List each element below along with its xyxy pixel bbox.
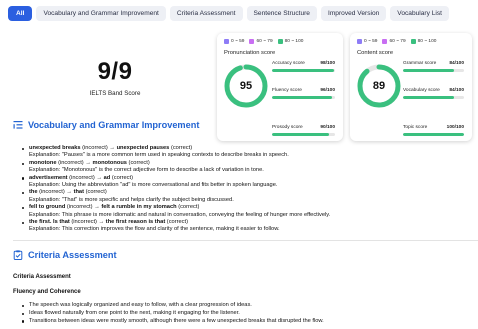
accuracy-label: Accuracy score <box>272 61 305 66</box>
criteria-item: Transitions between ideas were mostly sm… <box>22 318 472 326</box>
tab-sentence-structure[interactable]: Sentence Structure <box>246 6 317 21</box>
grammar-label: Grammar score <box>403 61 437 66</box>
correction-item: the (incorrect) → that (correct) Explana… <box>22 189 472 204</box>
score-legend: 0 ~ 59 60 ~ 79 80 ~ 100 <box>224 39 303 44</box>
pronunciation-title: Pronunciation score <box>224 50 276 56</box>
correction-item: fell to ground (incorrect) → felt a rumb… <box>22 204 472 219</box>
correction-explanation: Explanation: "Pauses" is a more common t… <box>29 152 289 159</box>
accuracy-value: 98/100 <box>320 61 335 66</box>
vocab-section-heading: Vocabulary and Grammar Improvement <box>13 120 199 130</box>
correction-item: advertisement (incorrect) → ad (correct)… <box>22 175 472 190</box>
correction-item: monotone (incorrect) → monotonous (corre… <box>22 160 472 175</box>
criteria-item: Ideas flowed naturally from one point to… <box>22 310 472 318</box>
legend-item-high: 80 ~ 100 <box>277 39 303 44</box>
prosody-metric: Prosody score 90/100 <box>272 125 335 136</box>
tab-all[interactable]: All <box>8 6 33 21</box>
criteria-list: The speech was logically organized and e… <box>22 302 472 325</box>
accuracy-metric: Accuracy score 98/100 <box>272 61 335 72</box>
grammar-bar <box>403 69 455 72</box>
tab-improved-version[interactable]: Improved Version <box>320 6 387 21</box>
topic-value: 100/100 <box>446 125 464 130</box>
legend-item-low: 0 ~ 59 <box>224 39 244 44</box>
filter-tabs: All Vocabulary and Grammar Improvement C… <box>8 6 450 21</box>
clipboard-check-icon <box>13 250 23 260</box>
correction-item: unexpected breaks (incorrect) → unexpect… <box>22 145 472 160</box>
tab-vocabulary-list[interactable]: Vocabulary List <box>390 6 450 21</box>
correction-explanation: Explanation: "Monotonous" is the correct… <box>29 167 264 174</box>
grammar-metric: Grammar score 84/100 <box>403 61 464 72</box>
band-score-panel: 9/9 IELTS Band Score <box>60 58 170 97</box>
fluency-bar <box>272 96 333 99</box>
legend-item-low: 0 ~ 59 <box>357 39 377 44</box>
legend-item-mid: 60 ~ 79 <box>249 39 273 44</box>
tab-criteria-assessment[interactable]: Criteria Assessment <box>169 6 243 21</box>
vocabulary-bar <box>403 96 455 99</box>
pronunciation-score: 95 <box>239 80 253 92</box>
tab-vocabulary-grammar[interactable]: Vocabulary and Grammar Improvement <box>36 6 166 21</box>
vocab-section-title: Vocabulary and Grammar Improvement <box>28 120 200 130</box>
fluency-coherence-heading: Fluency and Coherence <box>13 289 81 295</box>
topic-metric: Topic score 100/100 <box>403 125 464 136</box>
fluency-metric: Fluency score 96/100 <box>272 88 335 99</box>
fluency-value: 96/100 <box>320 88 335 93</box>
list-indent-icon <box>13 121 23 129</box>
prosody-bar <box>272 133 329 136</box>
correction-explanation: Explanation: "That" is more specific and… <box>29 196 234 203</box>
section-divider <box>13 240 478 241</box>
accuracy-bar <box>272 69 334 72</box>
legend-item-mid: 60 ~ 79 <box>382 39 406 44</box>
topic-bar <box>403 133 464 136</box>
vocab-correction-list: unexpected breaks (incorrect) → unexpect… <box>22 145 472 234</box>
pronunciation-card: 0 ~ 59 60 ~ 79 80 ~ 100 Pronunciation sc… <box>217 33 343 141</box>
vocabulary-metric: Vocabulary score 84/100 <box>403 88 464 99</box>
correction-item: the first. Is that (incorrect) → the fir… <box>22 219 472 234</box>
correction-explanation: Explanation: This correction improves th… <box>29 226 280 233</box>
criteria-section-title: Criteria Assessment <box>28 250 117 260</box>
correction-explanation: Explanation: Using the abbreviation "ad"… <box>29 182 278 189</box>
grammar-value: 84/100 <box>449 61 464 66</box>
topic-label: Topic score <box>403 125 428 130</box>
score-legend: 0 ~ 59 60 ~ 79 80 ~ 100 <box>357 39 436 44</box>
fluency-label: Fluency score <box>272 88 302 93</box>
prosody-label: Prosody score <box>272 125 303 130</box>
content-title: Content score <box>357 50 394 56</box>
band-score-value: 9/9 <box>97 58 133 85</box>
criteria-section-heading: Criteria Assessment <box>13 250 117 260</box>
correction-explanation: Explanation: This phrase is more idiomat… <box>29 211 331 218</box>
content-score: 89 <box>372 80 386 92</box>
content-card: 0 ~ 59 60 ~ 79 80 ~ 100 Content score 89… <box>350 33 472 141</box>
band-score-label: IELTS Band Score <box>89 90 141 97</box>
legend-item-high: 80 ~ 100 <box>410 39 436 44</box>
criteria-subheading: Criteria Assessment <box>13 274 71 280</box>
vocabulary-label: Vocabulary score <box>403 88 440 93</box>
vocabulary-value: 84/100 <box>449 88 464 93</box>
criteria-item: The speech was logically organized and e… <box>22 302 472 310</box>
prosody-value: 90/100 <box>320 125 335 130</box>
